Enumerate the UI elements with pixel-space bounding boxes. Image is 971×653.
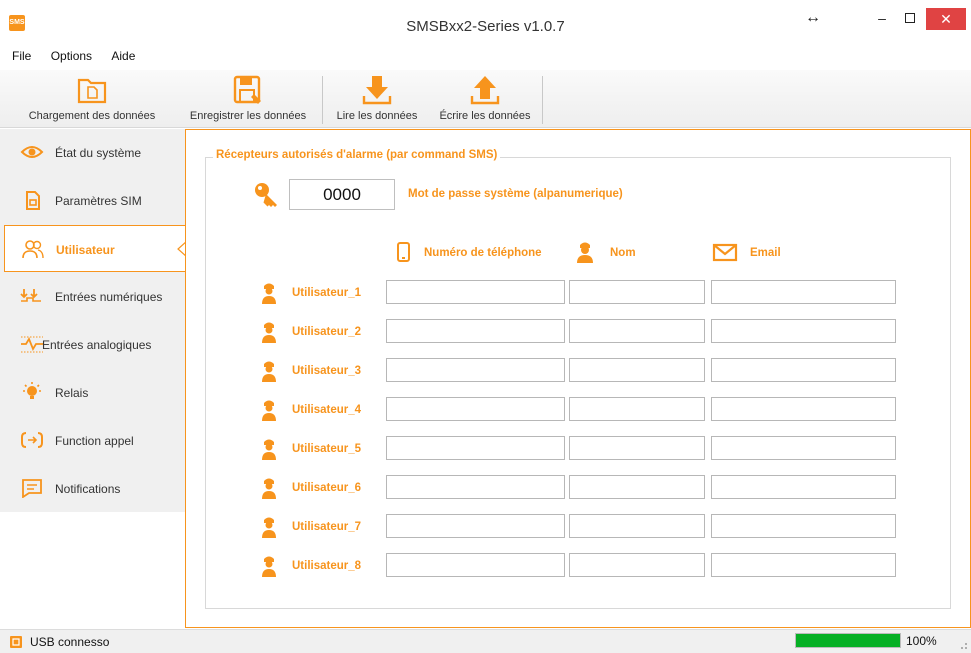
resize-grip-icon[interactable] [956, 638, 968, 650]
user-label: Utilisateur_7 [292, 521, 362, 533]
column-header-name-label: Nom [610, 247, 636, 259]
column-header-phone-label: Numéro de téléphone [424, 247, 542, 259]
person-icon [262, 283, 276, 304]
user-row: Utilisateur_3 [0, 358, 971, 388]
user-name-input[interactable] [569, 514, 705, 538]
user-phone-input[interactable] [386, 475, 565, 499]
sidebar-item-label: État du système [55, 146, 142, 160]
person-icon [262, 439, 276, 460]
user-label: Utilisateur_1 [292, 287, 362, 299]
save-data-label: Enregistrer les données [189, 110, 307, 122]
toolbar-separator [322, 76, 323, 124]
user-row: Utilisateur_2 [0, 319, 971, 349]
key-icon [255, 183, 277, 207]
user-email-input[interactable] [711, 358, 896, 382]
column-header-email-label: Email [750, 247, 781, 259]
user-label: Utilisateur_3 [292, 365, 362, 377]
user-email-input[interactable] [711, 280, 896, 304]
user-email-input[interactable] [711, 397, 896, 421]
resize-icon[interactable]: ↔ [800, 8, 826, 30]
user-name-input[interactable] [569, 358, 705, 382]
user-label: Utilisateur_8 [292, 560, 362, 572]
user-name-input[interactable] [569, 436, 705, 460]
title-bar: SMS SMSBxx2-Series v1.0.7 ↔ – ✕ [0, 0, 971, 46]
person-icon [262, 478, 276, 499]
user-name-input[interactable] [569, 475, 705, 499]
person-icon [262, 361, 276, 382]
system-password-label: Mot de passe système (alpanumerique) [408, 188, 623, 200]
minimize-button[interactable]: – [870, 8, 894, 30]
user-email-input[interactable] [711, 475, 896, 499]
connection-status: USB connesso [30, 635, 110, 649]
write-data-label: Écrire les données [439, 110, 531, 122]
person-icon [577, 242, 593, 263]
download-arrow-icon [362, 76, 392, 105]
user-email-input[interactable] [711, 514, 896, 538]
menu-bar: File Options Aide [0, 46, 971, 68]
user-phone-input[interactable] [386, 319, 565, 343]
folder-open-icon [77, 78, 107, 104]
menu-options[interactable]: Options [43, 46, 100, 63]
mobile-phone-icon [397, 242, 410, 262]
save-data-button[interactable]: Enregistrer les données [180, 74, 316, 126]
write-data-button[interactable]: Écrire les données [430, 74, 540, 126]
user-row: Utilisateur_7 [0, 514, 971, 544]
user-row: Utilisateur_8 [0, 553, 971, 583]
user-phone-input[interactable] [386, 280, 565, 304]
sidebar-item-parametres-sim[interactable]: Paramètres SIM [0, 177, 186, 224]
user-name-input[interactable] [569, 553, 705, 577]
user-row: Utilisateur_4 [0, 397, 971, 427]
load-data-label: Chargement des données [28, 110, 156, 122]
progress-bar [795, 633, 901, 648]
toolbar-separator [542, 76, 543, 124]
person-icon [262, 556, 276, 577]
user-phone-input[interactable] [386, 397, 565, 421]
user-name-input[interactable] [569, 319, 705, 343]
user-phone-input[interactable] [386, 436, 565, 460]
user-label: Utilisateur_5 [292, 443, 362, 455]
sim-card-icon [26, 191, 40, 210]
user-name-input[interactable] [569, 397, 705, 421]
user-label: Utilisateur_4 [292, 404, 362, 416]
progress-fill [796, 634, 900, 647]
user-name-input[interactable] [569, 280, 705, 304]
person-icon [262, 322, 276, 343]
user-row: Utilisateur_5 [0, 436, 971, 466]
user-row: Utilisateur_1 [0, 280, 971, 310]
menu-file[interactable]: File [0, 46, 39, 63]
maximize-button[interactable] [898, 8, 922, 30]
users-icon [22, 240, 44, 259]
envelope-icon [712, 243, 738, 262]
user-phone-input[interactable] [386, 553, 565, 577]
load-data-button[interactable]: Chargement des données [22, 74, 162, 126]
person-icon [262, 517, 276, 538]
user-email-input[interactable] [711, 319, 896, 343]
user-email-input[interactable] [711, 436, 896, 460]
person-icon [262, 400, 276, 421]
maximize-icon [905, 13, 915, 23]
group-title: Récepteurs autorisés d'alarme (par comma… [213, 149, 501, 161]
sidebar-item-label: Utilisateur [56, 243, 115, 257]
user-phone-input[interactable] [386, 358, 565, 382]
close-button[interactable]: ✕ [926, 8, 966, 30]
usb-icon [10, 636, 22, 648]
menu-aide[interactable]: Aide [103, 46, 143, 63]
read-data-label: Lire les données [336, 110, 418, 122]
sidebar-item-utilisateur[interactable]: Utilisateur [4, 225, 187, 272]
sidebar-item-etat-systeme[interactable]: État du système [0, 129, 186, 176]
read-data-button[interactable]: Lire les données [330, 74, 424, 126]
user-label: Utilisateur_2 [292, 326, 362, 338]
toolbar: Chargement des données Enregistrer les d… [0, 70, 971, 128]
sidebar-item-label: Paramètres SIM [55, 194, 142, 208]
system-password-field[interactable]: 0000 [289, 179, 395, 210]
user-label: Utilisateur_6 [292, 482, 362, 494]
progress-percent: 100% [906, 634, 937, 648]
eye-icon [20, 146, 44, 158]
status-bar: USB connesso 100% [0, 629, 971, 653]
upload-arrow-icon [470, 76, 500, 105]
user-row: Utilisateur_6 [0, 475, 971, 505]
floppy-save-icon [233, 75, 261, 104]
user-phone-input[interactable] [386, 514, 565, 538]
user-email-input[interactable] [711, 553, 896, 577]
